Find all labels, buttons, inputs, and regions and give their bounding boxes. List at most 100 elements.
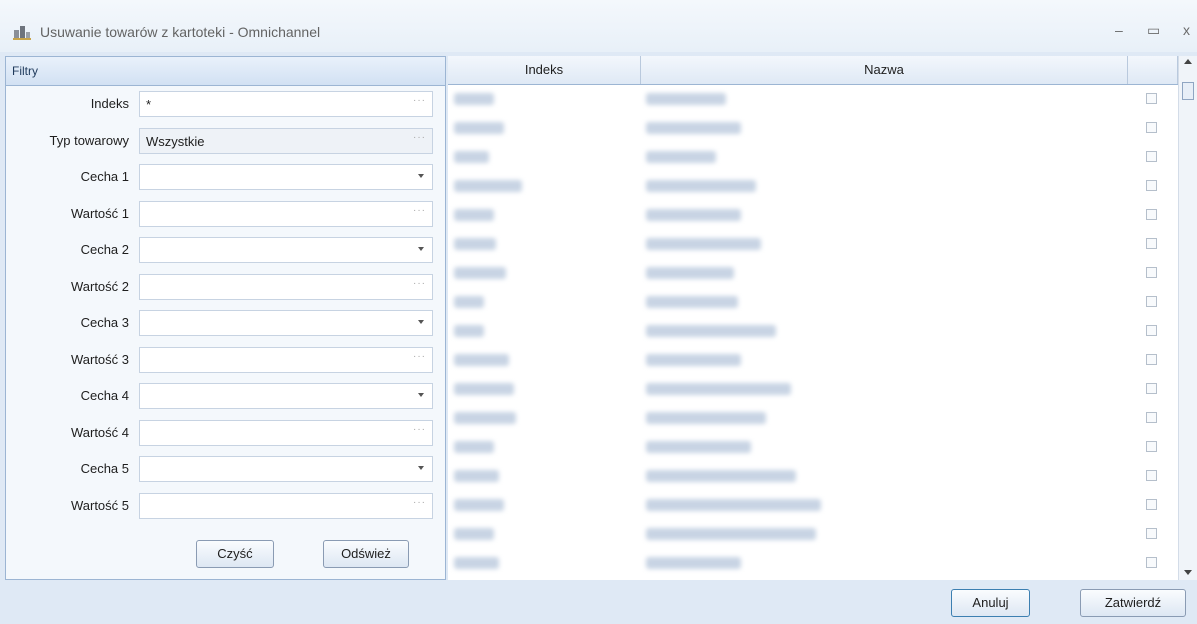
filter-row: Cecha 3 — [6, 310, 445, 336]
filter-value: Wszystkie — [146, 134, 205, 149]
cell-indeks-redacted — [454, 354, 509, 366]
cell-indeks-redacted — [454, 209, 494, 221]
table-row[interactable] — [448, 259, 1178, 288]
row-checkbox[interactable] — [1146, 93, 1157, 104]
row-checkbox[interactable] — [1146, 122, 1157, 133]
filter-select[interactable] — [139, 164, 433, 190]
dropdown-arrow-icon[interactable] — [418, 320, 424, 324]
ellipsis-icon[interactable]: ··· — [413, 132, 426, 143]
filter-label: Cecha 2 — [80, 242, 129, 257]
table-row[interactable] — [448, 433, 1178, 462]
cell-indeks-redacted — [454, 122, 504, 134]
column-indeks[interactable]: Indeks — [448, 56, 641, 84]
row-checkbox[interactable] — [1146, 180, 1157, 191]
table-row[interactable] — [448, 520, 1178, 549]
cell-nazwa-redacted — [646, 412, 766, 424]
confirm-button[interactable]: Zatwierdź — [1080, 589, 1186, 617]
scroll-down-icon[interactable] — [1184, 570, 1192, 575]
table-row[interactable] — [448, 346, 1178, 375]
filter-input[interactable]: Wszystkie ··· — [139, 128, 433, 154]
table-row[interactable] — [448, 462, 1178, 491]
cell-indeks-redacted — [454, 383, 514, 395]
table-row[interactable] — [448, 172, 1178, 201]
filter-row: Cecha 4 — [6, 383, 445, 409]
filter-input[interactable]: ··· — [139, 201, 433, 227]
filter-input[interactable]: ··· — [139, 493, 433, 519]
filter-label: Typ towarowy — [49, 133, 129, 148]
filter-input[interactable]: ··· — [139, 347, 433, 373]
scroll-up-icon[interactable] — [1184, 59, 1192, 64]
row-checkbox[interactable] — [1146, 238, 1157, 249]
row-checkbox[interactable] — [1146, 441, 1157, 452]
filter-label: Cecha 3 — [80, 315, 129, 330]
dropdown-arrow-icon[interactable] — [418, 174, 424, 178]
cell-nazwa-redacted — [646, 267, 734, 279]
dropdown-arrow-icon[interactable] — [418, 466, 424, 470]
close-button[interactable]: x — [1183, 22, 1190, 38]
row-checkbox[interactable] — [1146, 499, 1157, 510]
dropdown-arrow-icon[interactable] — [418, 393, 424, 397]
app-icon — [13, 26, 31, 40]
scroll-thumb[interactable] — [1182, 82, 1194, 100]
cell-nazwa-redacted — [646, 180, 756, 192]
row-checkbox[interactable] — [1146, 383, 1157, 394]
filter-select[interactable] — [139, 310, 433, 336]
cell-indeks-redacted — [454, 441, 494, 453]
ellipsis-icon[interactable]: ··· — [413, 351, 426, 362]
filter-input[interactable]: * ··· — [139, 91, 433, 117]
clear-button[interactable]: Czyść — [196, 540, 274, 568]
row-checkbox[interactable] — [1146, 557, 1157, 568]
cell-nazwa-redacted — [646, 209, 741, 221]
table-row[interactable] — [448, 201, 1178, 230]
table-row[interactable] — [448, 114, 1178, 143]
ellipsis-icon[interactable]: ··· — [413, 424, 426, 435]
table-row[interactable] — [448, 317, 1178, 346]
row-checkbox[interactable] — [1146, 296, 1157, 307]
table-row[interactable] — [448, 549, 1178, 578]
minimize-button[interactable]: – — [1115, 22, 1123, 38]
filter-row: Cecha 1 — [6, 164, 445, 190]
table-row[interactable] — [448, 491, 1178, 520]
row-checkbox[interactable] — [1146, 470, 1157, 481]
row-checkbox[interactable] — [1146, 325, 1157, 336]
cell-nazwa-redacted — [646, 528, 816, 540]
vertical-scrollbar[interactable] — [1178, 56, 1197, 580]
refresh-button[interactable]: Odśwież — [323, 540, 409, 568]
ellipsis-icon[interactable]: ··· — [413, 95, 426, 106]
ellipsis-icon[interactable]: ··· — [413, 205, 426, 216]
maximize-button[interactable]: ▭ — [1147, 22, 1160, 39]
filter-select[interactable] — [139, 383, 433, 409]
table-row[interactable] — [448, 288, 1178, 317]
column-select[interactable] — [1128, 56, 1178, 84]
filter-input[interactable]: ··· — [139, 274, 433, 300]
cell-nazwa-redacted — [646, 325, 776, 337]
row-checkbox[interactable] — [1146, 528, 1157, 539]
dropdown-arrow-icon[interactable] — [418, 247, 424, 251]
filter-select[interactable] — [139, 237, 433, 263]
row-checkbox[interactable] — [1146, 151, 1157, 162]
cancel-button[interactable]: Anuluj — [951, 589, 1030, 617]
table-row[interactable] — [448, 375, 1178, 404]
row-checkbox[interactable] — [1146, 267, 1157, 278]
cell-indeks-redacted — [454, 412, 516, 424]
table-row[interactable] — [448, 404, 1178, 433]
ellipsis-icon[interactable]: ··· — [413, 497, 426, 508]
row-checkbox[interactable] — [1146, 209, 1157, 220]
table-row[interactable] — [448, 143, 1178, 172]
filter-label: Cecha 1 — [80, 169, 129, 184]
table-row[interactable] — [448, 230, 1178, 259]
cell-indeks-redacted — [454, 151, 489, 163]
ellipsis-icon[interactable]: ··· — [413, 278, 426, 289]
filter-select[interactable] — [139, 456, 433, 482]
grid-header: Indeks Nazwa — [448, 56, 1178, 85]
filter-label: Wartość 2 — [70, 279, 129, 294]
filter-input[interactable]: ··· — [139, 420, 433, 446]
table-row[interactable] — [448, 85, 1178, 114]
items-grid: Indeks Nazwa — [448, 56, 1197, 580]
row-checkbox[interactable] — [1146, 354, 1157, 365]
filter-label: Cecha 5 — [80, 461, 129, 476]
cell-nazwa-redacted — [646, 557, 741, 569]
row-checkbox[interactable] — [1146, 412, 1157, 423]
cell-nazwa-redacted — [646, 151, 716, 163]
column-nazwa[interactable]: Nazwa — [641, 56, 1128, 84]
